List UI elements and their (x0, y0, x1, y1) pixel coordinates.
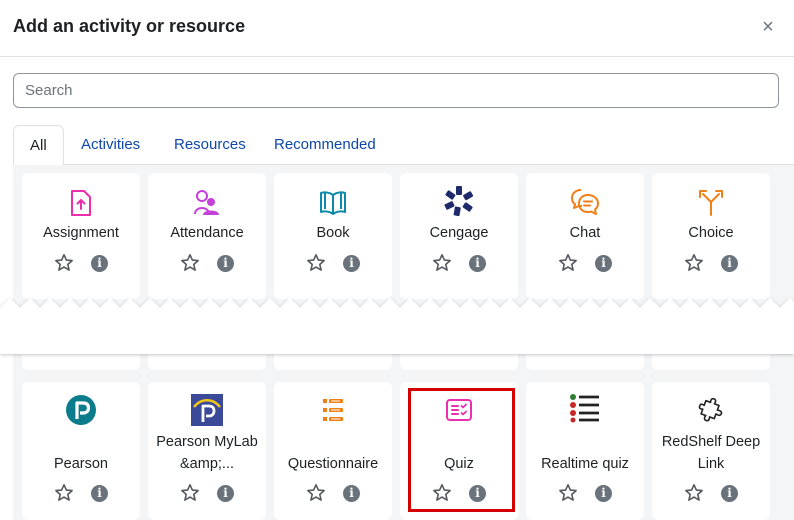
activity-card-pearson-mylab[interactable]: Pearson MyLab &amp;... i (148, 382, 266, 520)
activity-card-label: Attendance (170, 225, 244, 241)
activity-card-questionnaire[interactable]: Questionnaire i (274, 382, 392, 520)
activity-card-label: Choice (688, 225, 734, 241)
close-icon[interactable]: × (757, 14, 779, 40)
attendance-icon (191, 187, 223, 219)
activity-card-choice[interactable]: Choice i (652, 173, 770, 299)
activity-card-realtime-quiz[interactable]: Realtime quiz i (526, 382, 644, 520)
activity-card-chat[interactable]: Chat i (526, 173, 644, 299)
activity-card-label: Pearson (53, 456, 108, 472)
info-icon[interactable]: i (217, 485, 234, 502)
star-icon[interactable] (306, 483, 326, 503)
quiz-icon (443, 394, 475, 426)
search-input[interactable] (13, 73, 779, 108)
activity-card-cengage[interactable]: Cengage i (400, 173, 518, 299)
info-icon[interactable]: i (91, 485, 108, 502)
star-icon[interactable] (54, 483, 74, 503)
info-icon[interactable]: i (469, 485, 486, 502)
tab-activities[interactable]: Activities (77, 125, 144, 165)
activity-card-book[interactable]: Book i (274, 173, 392, 299)
tab-resources[interactable]: Resources (170, 125, 250, 165)
activity-card-label: Assignment (43, 225, 119, 241)
info-icon[interactable]: i (91, 255, 108, 272)
info-icon[interactable]: i (721, 485, 738, 502)
activity-card-redshelf-deep-link[interactable]: RedShelf Deep Link i (652, 382, 770, 520)
star-icon[interactable] (432, 253, 452, 273)
questionnaire-icon (317, 394, 349, 426)
activity-card-pearson[interactable]: Pearson i (22, 382, 140, 520)
dialog-title: Add an activity or resource (13, 16, 246, 36)
activity-card-label: Chat (569, 225, 601, 241)
puzzle-piece-icon (695, 394, 727, 426)
info-icon[interactable]: i (343, 255, 360, 272)
star-icon[interactable] (558, 253, 578, 273)
realtime-quiz-icon (569, 392, 601, 424)
activity-card-label: RedShelf Deep Link (661, 434, 761, 472)
info-icon[interactable]: i (217, 255, 234, 272)
activity-card-label: Pearson MyLab &amp;... (156, 434, 258, 472)
info-icon[interactable]: i (343, 485, 360, 502)
dialog-header: Add an activity or resource × (0, 0, 794, 57)
star-icon[interactable] (54, 253, 74, 273)
info-icon[interactable]: i (469, 255, 486, 272)
cengage-icon (443, 185, 475, 217)
info-icon[interactable]: i (721, 255, 738, 272)
activity-card-label: Questionnaire (287, 456, 379, 472)
assignment-icon (65, 187, 97, 219)
tab-bar: All Activities Resources Recommended (13, 125, 794, 166)
star-icon[interactable] (684, 483, 704, 503)
info-icon[interactable]: i (595, 485, 612, 502)
activity-card-label: Realtime quiz (541, 456, 629, 472)
star-icon[interactable] (432, 483, 452, 503)
star-icon[interactable] (684, 253, 704, 273)
pearson-mylab-icon (191, 394, 223, 426)
pearson-icon (65, 394, 97, 426)
torn-edge-separator (0, 298, 794, 354)
star-icon[interactable] (180, 253, 200, 273)
star-icon[interactable] (306, 253, 326, 273)
chat-icon (569, 186, 601, 218)
activity-card-label: Book (316, 225, 350, 241)
activity-card-attendance[interactable]: Attendance i (148, 173, 266, 299)
tab-all[interactable]: All (13, 125, 64, 166)
choice-icon (695, 186, 727, 218)
activity-card-label: Cengage (429, 225, 489, 241)
star-icon[interactable] (558, 483, 578, 503)
book-icon (317, 187, 349, 219)
activity-card-label: Quiz (444, 456, 474, 472)
star-icon[interactable] (180, 483, 200, 503)
activity-card-assignment[interactable]: Assignment i (22, 173, 140, 299)
activity-card-quiz[interactable]: Quiz i (400, 382, 518, 520)
info-icon[interactable]: i (595, 255, 612, 272)
activity-chooser-bottom: Pearson i Pearson MyLab &amp;... i Quest… (13, 352, 794, 520)
tab-recommended[interactable]: Recommended (270, 125, 380, 165)
